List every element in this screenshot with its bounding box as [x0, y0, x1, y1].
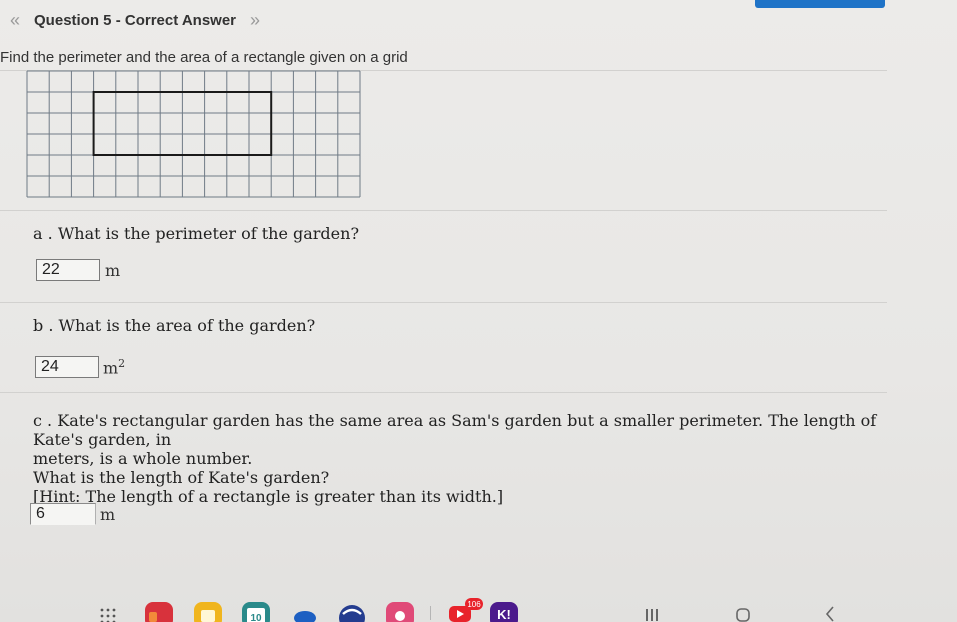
android-taskbar: 10 106 K!: [0, 598, 957, 622]
rectangle-grid: [26, 70, 361, 198]
question-header: « Question 5 - Correct Answer »: [10, 10, 260, 31]
question-c-line-3: What is the length of Kate's garden?: [33, 468, 330, 487]
question-b: b . What is the area of the garden?: [33, 316, 315, 335]
area-unit: m2: [103, 357, 125, 377]
kahoot-label: K!: [497, 607, 511, 622]
calendar-date: 10: [250, 613, 262, 622]
area-unit-base: m: [103, 358, 119, 378]
home-icon[interactable]: [735, 606, 751, 622]
question-a: a . What is the perimeter of the garden?: [33, 224, 359, 243]
question-c-line-4: [Hint: The length of a rectangle is grea…: [33, 487, 504, 506]
question-c-line-1: Kate's rectangular garden has the same a…: [33, 411, 877, 449]
question-c-label: c .: [33, 411, 53, 430]
question-b-text: What is the area of the garden?: [58, 316, 316, 335]
notification-badge: 106: [467, 600, 481, 609]
app-yellow-icon[interactable]: [194, 600, 222, 622]
app-red-icon[interactable]: [145, 600, 173, 622]
recents-icon[interactable]: [644, 606, 660, 622]
question-title: Question 5 - Correct Answer: [34, 12, 237, 29]
app-pink-icon[interactable]: [386, 600, 414, 622]
question-c-line-2: meters, is a whole number.: [33, 449, 253, 468]
app-blue-icon[interactable]: [291, 600, 319, 622]
area-unit-exponent: 2: [118, 357, 126, 370]
kahoot-icon[interactable]: K!: [490, 600, 518, 622]
question-a-label: a .: [33, 224, 53, 243]
length-unit: m: [100, 505, 116, 524]
calendar-icon[interactable]: 10: [242, 600, 270, 622]
perimeter-answer-field[interactable]: 22: [36, 259, 100, 281]
area-answer-field[interactable]: 24: [35, 356, 99, 378]
app-drawer-icon[interactable]: [98, 600, 122, 622]
instruction-text: Find the perimeter and the area of a rec…: [0, 49, 408, 66]
divider: [0, 302, 887, 303]
question-c-line: c . Kate's rectangular garden has the sa…: [33, 411, 883, 449]
divider: [0, 392, 887, 393]
top-accent-bar: [755, 0, 885, 8]
double-chevron-left-icon[interactable]: «: [10, 10, 20, 31]
double-chevron-right-icon[interactable]: »: [250, 10, 260, 31]
youtube-icon[interactable]: 106: [447, 598, 485, 622]
question-c: c . Kate's rectangular garden has the sa…: [33, 411, 883, 506]
divider: [0, 210, 887, 211]
back-icon[interactable]: [823, 604, 837, 622]
question-b-label: b .: [33, 316, 54, 335]
taskbar-separator: [430, 606, 431, 620]
length-answer-field[interactable]: 6: [30, 503, 96, 525]
question-a-text: What is the perimeter of the garden?: [57, 224, 360, 243]
app-navy-icon[interactable]: [338, 600, 366, 622]
perimeter-unit: m: [105, 261, 121, 280]
